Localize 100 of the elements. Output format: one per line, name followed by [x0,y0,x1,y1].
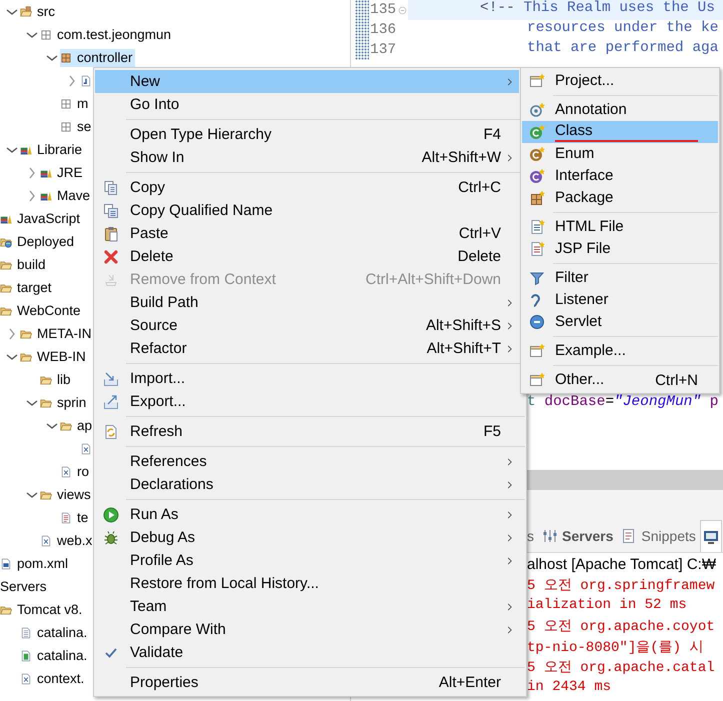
code-line: that are performed aga [526,40,720,58]
annotation-icon [528,102,544,118]
tree-item[interactable]: WebConte [0,302,83,320]
source-folder-icon [20,6,32,18]
menu-item[interactable]: Example... [522,340,718,362]
console-line: in 2434 ms [527,678,612,696]
menu-item[interactable]: Debug As [95,526,519,549]
document-icon [60,512,72,524]
shortcut-text: Ctrl+V [458,225,501,242]
shortcut-text: Ctrl+C [458,179,501,196]
folder-icon [0,304,12,316]
tree-item[interactable]: catalina. [20,646,90,664]
package-icon [60,120,72,132]
tree-item[interactable]: ro [60,462,92,480]
tree-item[interactable]: Tomcat v8. [0,600,84,618]
shortcut-text: Alt+Enter [438,674,501,691]
tree-item[interactable]: target [0,278,54,296]
menu-item[interactable]: Copy Qualified Name [95,199,519,222]
tree-item[interactable]: se [60,118,94,136]
file-icon [20,672,32,684]
shortcut-text: Ctrl+N [655,372,698,388]
books-icon [40,166,52,178]
menu-item[interactable]: Enum [522,143,718,165]
menu-item[interactable]: Project... [522,70,718,92]
menu-item[interactable]: Show In Alt+Shift+W [95,146,519,169]
file-icon [80,74,92,86]
menu-item[interactable]: References [95,450,519,473]
panel-tab[interactable]: s [527,520,538,552]
tree-item[interactable]: te [60,508,90,526]
tree-item[interactable]: src [20,2,57,20]
menu-item[interactable]: Interface [522,165,718,187]
panel-tab[interactable]: Servers [538,520,618,552]
tree-item[interactable]: WEB-IN [20,348,88,366]
tree-item[interactable]: views [40,486,93,504]
tree-item[interactable]: ap [60,416,94,434]
tree-item[interactable]: com.test.jeongmun [40,26,174,44]
tree-item[interactable]: JavaScript [0,210,82,228]
menu-item[interactable]: Listener [522,289,718,311]
panel-tab[interactable] [700,520,722,552]
menu-item[interactable]: Team [95,595,519,618]
tree-item[interactable]: Servers [0,578,49,596]
tree-item[interactable]: pom.xml [0,554,70,572]
menu-item[interactable]: Import... [95,367,519,390]
menu-item[interactable]: HTML File [522,216,718,238]
tree-item[interactable]: m [60,94,90,112]
menu-item[interactable]: Servlet [522,311,718,333]
menu-item[interactable]: Delete Delete [95,245,519,268]
menu-item[interactable]: Open Type Hierarchy F4 [95,123,519,146]
menu-item[interactable]: JSP File [522,238,718,260]
menu-item[interactable]: Restore from Local History... [95,572,519,595]
interface-icon [528,168,544,184]
run-icon [102,506,118,522]
tree-item[interactable]: catalina. [20,624,90,642]
menu-item[interactable]: Class [522,121,718,143]
tree-item[interactable]: controller [60,48,135,66]
menu-item[interactable]: Properties Alt+Enter [95,671,519,694]
export-icon [102,394,118,410]
servers-icon [542,528,558,544]
tree-item[interactable]: sprin [40,394,88,412]
file-icon [20,650,32,662]
console-line: tp-nio-8080"]을(를) 시 [527,638,704,658]
package-icon [60,52,72,64]
menu-item[interactable]: Profile As [95,549,519,572]
tree-item[interactable]: Librarie [20,140,84,158]
menu-item[interactable]: Build Path [95,291,519,314]
menu-item[interactable]: Refactor Alt+Shift+T [95,337,519,360]
tree-item[interactable]: web.x [40,532,94,550]
tree-item[interactable]: META-IN [20,324,94,342]
tree-item[interactable]: lib [40,370,73,388]
refresh-icon [102,424,118,440]
menu-item[interactable]: Export... [95,390,519,413]
menu-item[interactable]: Compare With [95,618,519,641]
menu-item[interactable]: Go Into [95,93,519,116]
window-icon [528,372,544,388]
menu-item[interactable]: Filter [522,267,718,289]
folder-icon [0,604,12,616]
shortcut-text: Ctrl+Alt+Shift+Down [366,271,501,288]
menu-item[interactable]: Paste Ctrl+V [95,222,519,245]
panel-tab[interactable]: Snippets [617,520,700,552]
menu-item[interactable]: Other... Ctrl+N [522,369,718,391]
tree-item[interactable]: build [0,256,48,274]
menu-item[interactable]: Declarations [95,473,519,496]
tree-item[interactable]: JRE [40,164,85,182]
import-icon [102,370,118,386]
menu-item[interactable]: Run As [95,503,519,526]
tree-item[interactable]: Deployed [0,232,76,250]
shortcut-text: F4 [483,126,501,143]
menu-item[interactable]: Annotation [522,99,718,121]
books-icon [20,144,32,156]
menu-item[interactable]: Package [522,187,718,209]
books-icon [0,212,12,224]
shortcut-text: Alt+Shift+S [426,317,501,334]
menu-item[interactable]: Source Alt+Shift+S [95,314,519,337]
tree-item[interactable]: Mave [40,186,92,204]
menu-item[interactable]: Validate [95,641,519,664]
menu-item[interactable]: New [95,70,519,93]
menu-item[interactable]: Refresh F5 [95,420,519,443]
file-icon [528,219,544,235]
tree-item[interactable]: context. [20,670,86,688]
menu-item[interactable]: Copy Ctrl+C [95,176,519,199]
